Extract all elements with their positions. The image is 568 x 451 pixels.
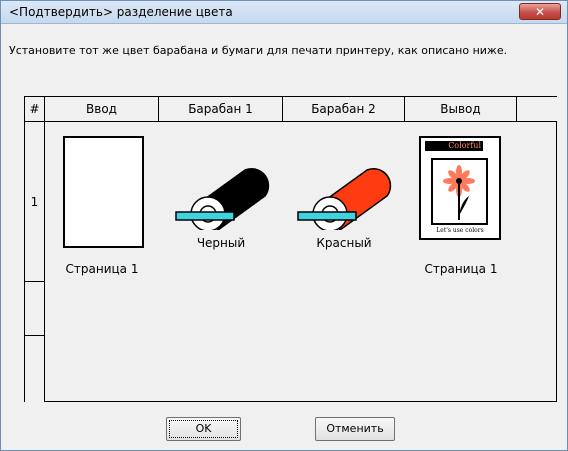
close-button[interactable]: ✕ — [519, 3, 561, 20]
input-page-label: Страница 1 — [65, 262, 139, 276]
window-title: <Подтвердить> разделение цвета — [9, 5, 233, 19]
row-header-empty — [25, 282, 45, 336]
column-header-extra — [517, 97, 557, 122]
output-flower-frame — [431, 158, 488, 225]
output-caption: Let's use colors — [436, 227, 484, 234]
column-header-input: Ввод — [45, 97, 159, 122]
column-header-index: # — [25, 97, 45, 122]
drum1-roller-icon — [175, 167, 270, 230]
drum2-color-label: Красный — [316, 236, 372, 250]
flower-icon — [443, 165, 475, 220]
column-header-drum1: Барабан 1 — [159, 97, 283, 122]
instruction-text: Установите тот же цвет барабана и бумаги… — [9, 44, 508, 57]
output-page-label: Страница 1 — [424, 262, 498, 276]
row-header-empty — [25, 336, 45, 402]
drum1-color-label: Черный — [196, 236, 246, 250]
ok-button[interactable]: OK — [166, 417, 241, 441]
output-page-preview: Colorful Let's use colors — [419, 136, 501, 240]
input-page-preview — [63, 136, 144, 248]
output-heading: Colorful — [425, 141, 483, 151]
separation-table: # Ввод Барабан 1 Барабан 2 Вывод 1 Стран… — [24, 96, 557, 402]
cancel-button[interactable]: Отменить — [315, 417, 395, 441]
column-header-drum2: Барабан 2 — [283, 97, 405, 122]
column-header-output: Вывод — [405, 97, 517, 122]
drum2-roller-icon — [297, 167, 392, 230]
dialog-window: <Подтвердить> разделение цвета ✕ Установ… — [0, 0, 568, 451]
row-header-1: 1 — [25, 122, 45, 282]
title-bar: <Подтвердить> разделение цвета ✕ — [1, 1, 567, 24]
close-icon: ✕ — [534, 5, 546, 19]
